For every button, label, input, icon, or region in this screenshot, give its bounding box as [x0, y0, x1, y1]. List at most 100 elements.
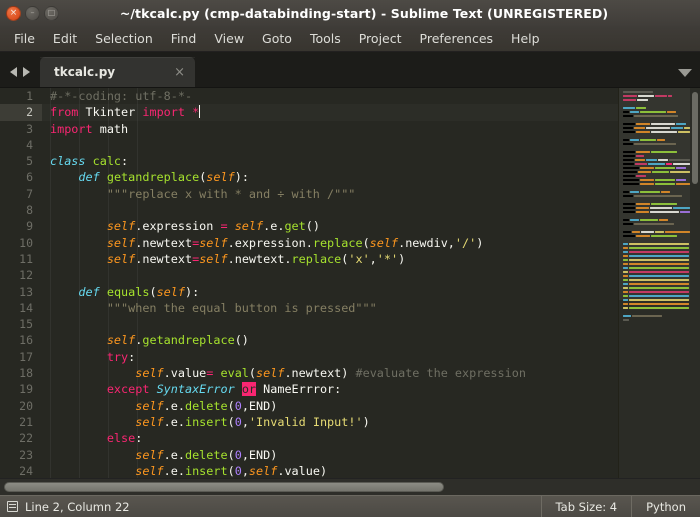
minimize-window-button[interactable]: – [25, 5, 40, 21]
code-text[interactable]: self.expression = self.e.get() [42, 218, 618, 234]
close-icon: × [9, 7, 18, 18]
syntax-button[interactable]: Python [631, 495, 700, 517]
maximize-window-button[interactable]: □ [44, 5, 59, 21]
minimap-line [623, 183, 690, 186]
code-line[interactable]: 16 self.getandreplace() [0, 332, 618, 348]
code-text[interactable] [42, 267, 618, 283]
code-token: : [128, 349, 136, 364]
code-line[interactable]: 20 self.e.delete(0,END) [0, 398, 618, 414]
horizontal-scrollbar-thumb[interactable] [4, 482, 444, 492]
menu-item-view[interactable]: View [205, 28, 253, 49]
menu-item-selection[interactable]: Selection [86, 28, 162, 49]
code-text[interactable]: import math [42, 121, 618, 137]
code-text[interactable]: self.value= eval(self.newtext) #evaluate… [42, 365, 618, 381]
minimap-segment [623, 211, 635, 213]
minimap-segment [623, 291, 628, 293]
code-text[interactable] [42, 202, 618, 218]
code-token: .newtext [135, 251, 193, 266]
menu-item-preferences[interactable]: Preferences [411, 28, 503, 49]
code-line[interactable]: 18 self.value= eval(self.newtext) #evalu… [0, 365, 618, 381]
editor-vertical-scrollbar[interactable] [692, 92, 698, 184]
code-text[interactable]: """replace x with * and ÷ with /""" [42, 186, 618, 202]
code-line[interactable]: 23 self.e.delete(0,END) [0, 447, 618, 463]
code-line[interactable]: 17 try: [0, 349, 618, 365]
code-text[interactable]: def getandreplace(self): [42, 169, 618, 185]
minimap-segment [650, 207, 672, 209]
code-pane[interactable]: 1 #-*-coding: utf-8-*- 2 from Tkinter impor… [0, 88, 618, 478]
code-text[interactable]: try: [42, 349, 618, 365]
code-text[interactable]: except SyntaxError or NameErrror: [42, 381, 618, 397]
line-number: 13 [19, 284, 33, 299]
code-token: .expression. [227, 235, 313, 250]
minimap-segment [623, 207, 635, 209]
minimap-segment [669, 159, 690, 161]
menu-item-help[interactable]: Help [502, 28, 549, 49]
minimap-line [623, 267, 690, 270]
minimap[interactable] [618, 88, 700, 478]
code-line[interactable]: 3 import math [0, 121, 618, 137]
code-line[interactable]: 4 [0, 137, 618, 153]
code-text[interactable] [42, 316, 618, 332]
tab-size-button[interactable]: Tab Size: 4 [540, 495, 632, 517]
minimap-line [623, 163, 691, 166]
chevron-down-icon[interactable] [678, 69, 692, 77]
code-line[interactable]: 9 self.expression = self.e.get() [0, 218, 618, 234]
sublime-text-window: × – □ ~/tkcalc.py (cmp-databinding-start… [0, 0, 700, 517]
code-text[interactable]: self.e.insert(0,self.value) [42, 463, 618, 478]
code-text[interactable]: self.getandreplace() [42, 332, 618, 348]
code-line[interactable]: 1 #-*-coding: utf-8-*- [0, 88, 618, 104]
code-text[interactable] [42, 137, 618, 153]
code-text[interactable]: else: [42, 430, 618, 446]
code-line[interactable]: 7 """replace x with * and ÷ with /""" [0, 186, 618, 202]
code-line[interactable]: 19 except SyntaxError or NameErrror: [0, 381, 618, 397]
code-line[interactable]: 8 [0, 202, 618, 218]
editor-tab[interactable]: tkcalc.py × [40, 57, 195, 87]
minimap-segment [623, 235, 635, 237]
minimap-line [623, 175, 690, 178]
code-line[interactable]: 21 self.e.insert(0,'Invalid Input!') [0, 414, 618, 430]
menu-item-find[interactable]: Find [162, 28, 206, 49]
code-text[interactable]: self.e.delete(0,END) [42, 398, 618, 414]
horizontal-scrollbar-track[interactable] [0, 478, 700, 495]
code-line[interactable]: 12 [0, 267, 618, 283]
code-text[interactable]: #-*-coding: utf-8-*- [42, 88, 618, 104]
code-text[interactable]: self.e.insert(0,'Invalid Input!') [42, 414, 618, 430]
arrow-forward-icon[interactable] [23, 67, 30, 77]
code-line[interactable]: 11 self.newtext=self.newtext.replace('x'… [0, 251, 618, 267]
arrow-left-icon[interactable] [10, 67, 17, 77]
minimap-segment [646, 127, 671, 129]
menu-item-project[interactable]: Project [350, 28, 411, 49]
menu-item-goto[interactable]: Goto [253, 28, 301, 49]
menu-item-tools[interactable]: Tools [301, 28, 350, 49]
minimap-segment [623, 155, 635, 157]
code-line[interactable]: 14 """when the equal button is pressed""… [0, 300, 618, 316]
code-text[interactable]: def equals(self): [42, 284, 618, 300]
code-line[interactable]: 15 [0, 316, 618, 332]
code-text[interactable]: self.newtext=self.newtext.replace('x','*… [42, 251, 618, 267]
close-window-button[interactable]: × [6, 5, 21, 21]
minimap-segment [651, 123, 675, 125]
code-text[interactable]: from Tkinter import * [42, 104, 618, 120]
code-line[interactable]: 13 def equals(self): [0, 284, 618, 300]
code-line[interactable]: 24 self.e.insert(0,self.value) [0, 463, 618, 478]
minimap-segment [651, 235, 677, 237]
tab-close-icon[interactable]: × [174, 66, 185, 79]
code-token: ( [149, 284, 157, 299]
code-text[interactable]: self.e.delete(0,END) [42, 447, 618, 463]
code-line[interactable]: 10 self.newtext=self.expression.replace(… [0, 235, 618, 251]
code-text[interactable]: """when the equal button is pressed""" [42, 300, 618, 316]
code-line[interactable]: 22 else: [0, 430, 618, 446]
code-line[interactable]: 2 from Tkinter import * [0, 104, 618, 121]
code-token: from [50, 105, 79, 120]
code-text[interactable]: self.newtext=self.expression.replace(sel… [42, 235, 618, 251]
code-line[interactable]: 5 class calc: [0, 153, 618, 169]
code-token: math [92, 121, 129, 136]
minimap-segment [623, 159, 634, 161]
menu-item-file[interactable]: File [5, 28, 44, 49]
minimap-segment [640, 179, 654, 181]
code-line[interactable]: 6 def getandreplace(self): [0, 169, 618, 185]
code-text[interactable]: class calc: [42, 153, 618, 169]
menu-item-edit[interactable]: Edit [44, 28, 86, 49]
